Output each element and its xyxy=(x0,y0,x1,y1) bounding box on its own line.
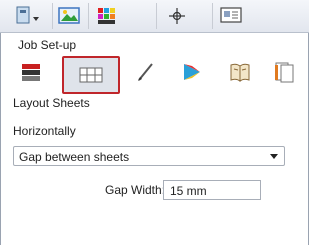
chevron-down-icon xyxy=(270,154,278,159)
swatches-icon xyxy=(97,8,115,24)
panel-left-edge xyxy=(0,0,1,245)
orientation-label: Horizontally xyxy=(13,124,76,138)
document-dropdown-icon xyxy=(16,6,39,24)
document-dropdown-button[interactable] xyxy=(10,3,46,29)
gap-width-input[interactable]: 15 mm xyxy=(163,180,261,200)
layout-heading: Layout Sheets xyxy=(13,96,90,110)
tool-stack[interactable] xyxy=(14,54,50,90)
job-setup-tools xyxy=(0,54,309,94)
gap-select-value: Gap between sheets xyxy=(19,150,130,164)
section-title: Job Set-up xyxy=(18,38,77,52)
tool-pages[interactable] xyxy=(266,54,302,90)
tool-layout-sheets[interactable] xyxy=(62,56,120,94)
tool-marks[interactable] xyxy=(128,54,164,90)
image-button[interactable] xyxy=(52,3,84,29)
crosshair-icon xyxy=(168,8,185,24)
gap-width-value: 15 mm xyxy=(170,184,207,198)
image-icon xyxy=(57,7,80,24)
crosshair-button[interactable] xyxy=(156,3,196,29)
gap-select[interactable]: Gap between sheets xyxy=(13,146,285,166)
tool-color[interactable] xyxy=(174,54,210,90)
top-toolbar xyxy=(0,0,309,33)
swatches-button[interactable] xyxy=(88,3,124,29)
monitor-icon xyxy=(219,7,242,23)
stack-icon xyxy=(22,64,40,81)
panel-right-edge xyxy=(308,0,309,245)
pen-icon xyxy=(138,63,153,81)
pages-icon xyxy=(275,62,294,83)
monitor-button[interactable] xyxy=(212,3,248,29)
book-icon xyxy=(230,63,250,82)
color-wheel-icon xyxy=(184,64,200,80)
layout-sheets-icon xyxy=(79,67,103,83)
tool-book[interactable] xyxy=(222,54,258,90)
gap-width-label: Gap Width: xyxy=(105,183,166,197)
